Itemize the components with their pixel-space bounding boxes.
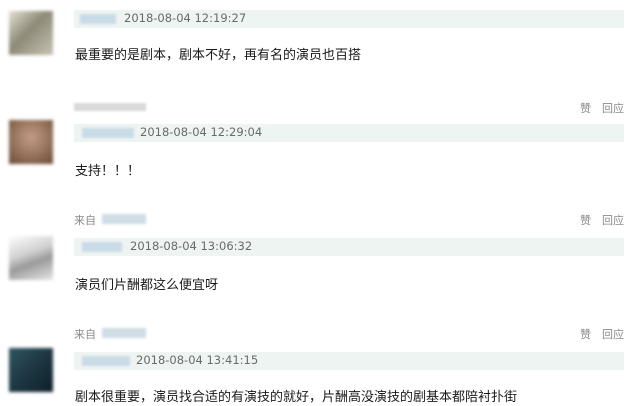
comment-item: 2018-08-04 12:29:04 支持！！！ 来自 赞 回应 — [0, 118, 640, 227]
comment-actions: 来自 赞 回应 — [74, 212, 624, 228]
comment-item: 2018-08-04 12:19:27 最重要的是剧本，剧本不好，再有名的演员也… — [0, 0, 640, 115]
comment-text: 剧本很重要，演员找合适的有演技的就好，片酬高没演技的剧基本都陪衬扑街 — [75, 390, 518, 405]
reply-button[interactable]: 回应 — [602, 212, 624, 228]
comment-header: 2018-08-04 13:06:32 — [74, 238, 624, 256]
comment-header: 2018-08-04 12:19:27 — [74, 10, 624, 28]
comment-text: 支持！！！ — [75, 164, 141, 179]
user-name[interactable] — [82, 242, 122, 252]
reply-button[interactable]: 回应 — [602, 100, 624, 116]
source-label: 来自 — [74, 214, 96, 227]
comment-actions: 赞 回应 — [74, 100, 624, 116]
timestamp: 2018-08-04 13:06:32 — [130, 239, 253, 253]
source-label: 来自 — [74, 328, 96, 341]
like-button[interactable]: 赞 — [580, 100, 591, 116]
redacted-source — [102, 328, 146, 338]
timestamp: 2018-08-04 12:19:27 — [124, 11, 247, 25]
avatar[interactable] — [9, 236, 53, 280]
redacted-source — [102, 214, 146, 224]
user-name[interactable] — [80, 14, 116, 24]
timestamp: 2018-08-04 13:41:15 — [136, 353, 259, 367]
comment-item: 2018-08-04 13:06:32 演员们片酬都这么便宜呀 来自 赞 回应 — [0, 230, 640, 341]
timestamp: 2018-08-04 12:29:04 — [140, 125, 263, 139]
comment-header: 2018-08-04 12:29:04 — [74, 124, 624, 142]
like-button[interactable]: 赞 — [580, 212, 591, 228]
comment-header: 2018-08-04 13:41:15 — [74, 352, 624, 370]
user-name[interactable] — [82, 356, 130, 366]
comment-text: 演员们片酬都这么便宜呀 — [75, 278, 219, 293]
redacted-source — [74, 103, 146, 111]
avatar[interactable] — [9, 120, 53, 164]
user-name[interactable] — [82, 128, 134, 138]
comment-text: 最重要的是剧本，剧本不好，再有名的演员也百搭 — [75, 48, 362, 63]
like-button[interactable]: 赞 — [580, 326, 591, 342]
comment-actions: 来自 赞 回应 — [74, 326, 624, 342]
avatar[interactable] — [9, 348, 53, 392]
avatar[interactable] — [9, 11, 53, 55]
comment-item: 2018-08-04 13:41:15 剧本很重要，演员找合适的有演技的就好，片… — [0, 344, 640, 406]
reply-button[interactable]: 回应 — [602, 326, 624, 342]
